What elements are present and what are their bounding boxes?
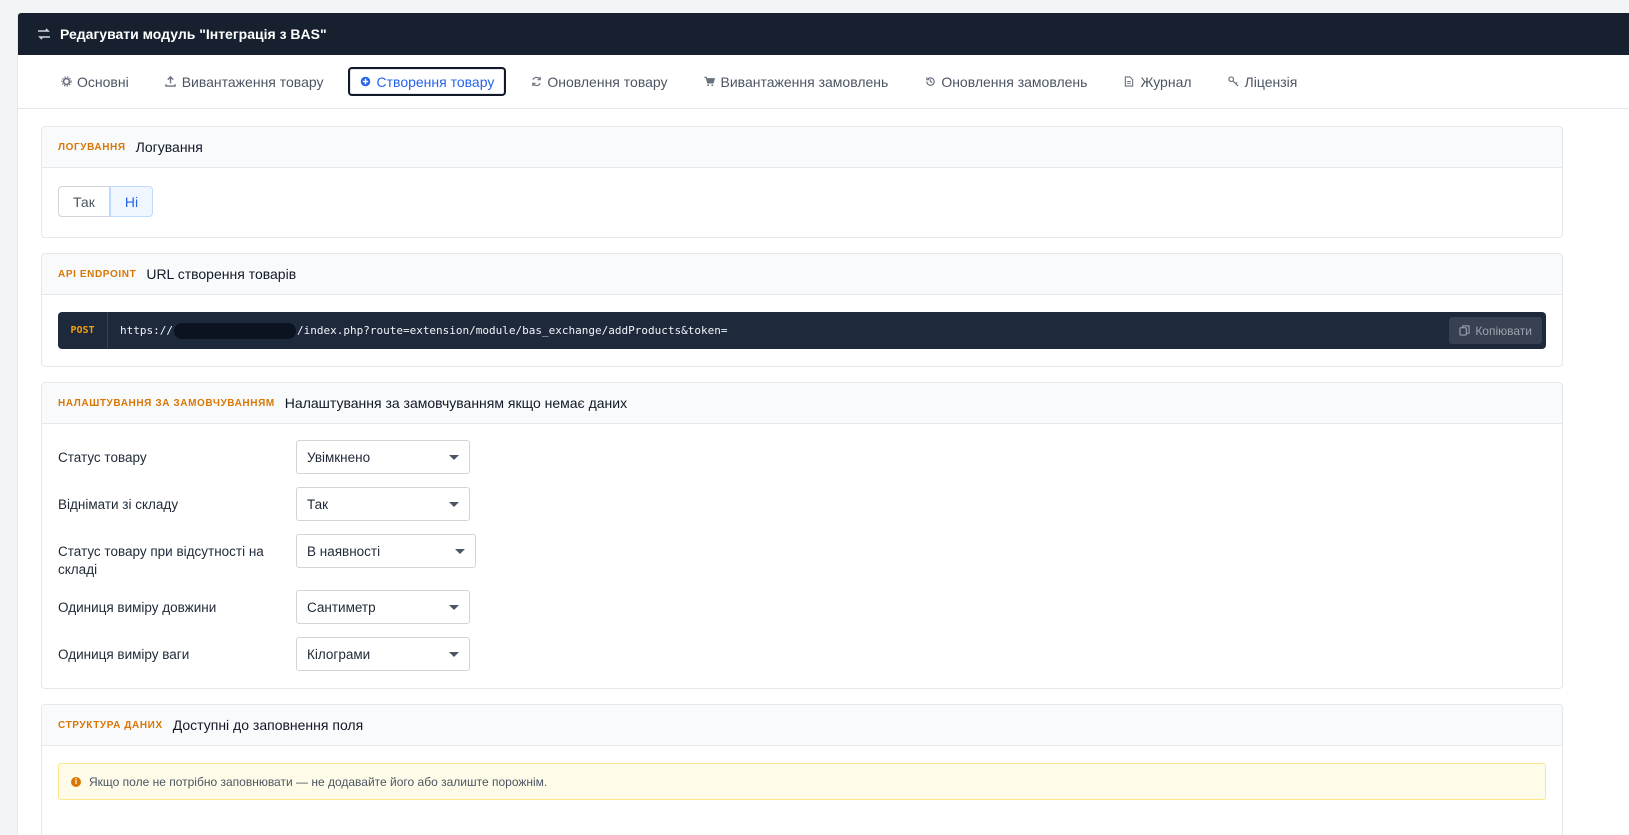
copy-label: Копіювати [1475, 323, 1532, 338]
logging-yes-button[interactable]: Так [58, 186, 110, 217]
form-row-weight-unit: Одиниця виміру ваги [58, 646, 274, 664]
select-value: Так [307, 496, 329, 512]
gear-icon [60, 76, 72, 88]
form-row-subtract-stock: Віднімати зі складу [58, 496, 274, 514]
document-icon [1123, 76, 1135, 88]
exchange-arrows-icon [36, 26, 52, 42]
form-row-out-of-stock-status: Статус товару при відсутності на складі [58, 543, 268, 579]
chevron-down-icon [449, 652, 459, 657]
chevron-down-icon [449, 605, 459, 610]
chevron-down-icon [449, 502, 459, 507]
select-value: Сантиметр [307, 599, 376, 615]
weight-unit-select[interactable]: Кілограми [296, 637, 470, 671]
tab-bar: Основні Вивантаження товару Створення то… [18, 55, 1629, 109]
tab-label: Вивантаження товару [181, 73, 324, 90]
form-row-product-status: Статус товару [58, 449, 274, 467]
length-unit-select[interactable]: Сантиметр [296, 590, 470, 624]
field-label: Одиниця виміру ваги [58, 647, 190, 662]
tab-license[interactable]: Ліцензія [1216, 67, 1310, 96]
tab-label: Основні [77, 73, 129, 90]
select-value: Кілограми [307, 646, 371, 662]
defaults-section: НАЛАШТУВАННЯ ЗА ЗАМОВЧУВАННЯМ Налаштуван… [41, 382, 1563, 689]
refresh-icon [530, 76, 542, 88]
out-of-stock-status-select[interactable]: В наявності [296, 534, 476, 568]
endpoint-box: POST https:// /index.php?route=extension… [58, 312, 1546, 349]
http-method-badge: POST [58, 312, 108, 349]
api-endpoint-section: API ENDPOINT URL створення товарів POST … [41, 253, 1563, 367]
tab-label: Створення товару [376, 73, 495, 90]
section-title: URL створення товарів [146, 266, 297, 282]
section-kicker: ЛОГУВАННЯ [58, 141, 126, 153]
tab-main[interactable]: Основні [48, 67, 141, 96]
plus-circle-icon [360, 76, 372, 88]
endpoint-url[interactable]: https:// /index.php?route=extension/modu… [108, 322, 728, 339]
section-header: ЛОГУВАННЯ Логування [42, 127, 1562, 168]
key-icon [1228, 76, 1240, 88]
section-kicker: API ENDPOINT [58, 268, 137, 280]
chevron-down-icon [449, 455, 459, 460]
data-structure-section: СТРУКТУРА ДАНИХ Доступні до заповнення п… [41, 704, 1563, 835]
tab-label: Вивантаження замовлень [720, 73, 889, 90]
page-title: Редагувати модуль "Інтеграція з BAS" [60, 26, 327, 42]
product-status-select[interactable]: Увімкнено [296, 440, 470, 474]
field-label: Статус товару [58, 450, 147, 465]
history-icon [924, 76, 936, 88]
select-value: Увімкнено [307, 449, 371, 465]
info-alert: i Якщо поле не потрібно заповнювати — не… [58, 763, 1546, 800]
subtract-stock-select[interactable]: Так [296, 487, 470, 521]
tab-journal[interactable]: Журнал [1111, 67, 1203, 96]
tab-orders-update[interactable]: Оновлення замовлень [912, 67, 1099, 96]
logging-section: ЛОГУВАННЯ Логування Так Ні [41, 126, 1563, 238]
url-suffix: /index.php?route=extension/module/bas_ex… [296, 324, 728, 337]
tab-orders-export[interactable]: Вивантаження замовлень [692, 67, 901, 96]
section-header: НАЛАШТУВАННЯ ЗА ЗАМОВЧУВАННЯМ Налаштуван… [42, 383, 1562, 424]
form-row-length-unit: Одиниця виміру довжини [58, 599, 274, 617]
copy-button[interactable]: Копіювати [1449, 317, 1542, 344]
chevron-down-icon [455, 549, 465, 554]
field-label: Одиниця виміру довжини [58, 600, 217, 615]
logging-toggle: Так Ні [58, 186, 1562, 217]
tab-label: Оновлення товару [547, 73, 668, 90]
section-header: API ENDPOINT URL створення товарів [42, 254, 1562, 295]
alert-text: Якщо поле не потрібно заповнювати — не д… [89, 774, 548, 789]
cart-icon [704, 76, 716, 88]
info-icon: i [71, 776, 81, 787]
upload-icon [165, 76, 177, 88]
top-bar: Редагувати модуль "Інтеграція з BAS" [18, 13, 1629, 55]
field-label: Статус товару при відсутності на складі [58, 544, 264, 577]
section-kicker: СТРУКТУРА ДАНИХ [58, 719, 163, 731]
tab-product-create[interactable]: Створення товару [347, 67, 507, 96]
tab-label: Оновлення замовлень [941, 73, 1088, 90]
tab-product-update[interactable]: Оновлення товару [518, 67, 679, 96]
tab-product-export[interactable]: Вивантаження товару [153, 67, 336, 96]
url-prefix: https:// [120, 324, 173, 337]
section-header: СТРУКТУРА ДАНИХ Доступні до заповнення п… [42, 705, 1562, 746]
logging-no-button[interactable]: Ні [109, 186, 154, 217]
field-label: Віднімати зі складу [58, 497, 179, 512]
module-edit-window: Редагувати модуль "Інтеграція з BAS" Осн… [17, 13, 1629, 835]
redacted-domain [173, 322, 296, 339]
copy-icon [1459, 325, 1470, 336]
section-title: Налаштування за замовчуванням якщо немає… [284, 395, 628, 411]
section-title: Доступні до заповнення поля [172, 717, 364, 733]
section-kicker: НАЛАШТУВАННЯ ЗА ЗАМОВЧУВАННЯМ [58, 397, 275, 409]
section-title: Логування [135, 139, 203, 155]
select-value: В наявності [307, 543, 381, 559]
tab-label: Журнал [1140, 73, 1192, 90]
tab-label: Ліцензія [1244, 73, 1298, 90]
